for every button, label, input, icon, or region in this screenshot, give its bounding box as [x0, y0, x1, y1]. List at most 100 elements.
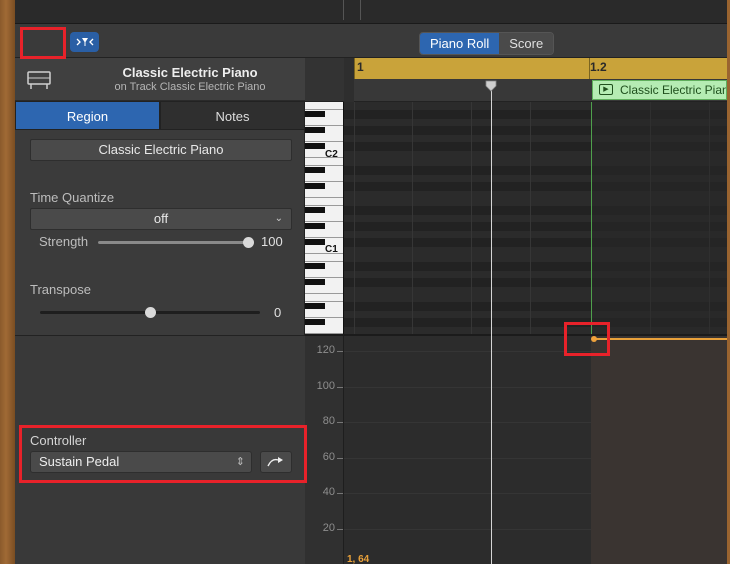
- black-key[interactable]: [305, 207, 325, 213]
- white-key-line: [305, 109, 343, 110]
- playhead-handle-icon[interactable]: [485, 80, 497, 92]
- automation-curve-button[interactable]: [260, 451, 292, 473]
- black-key[interactable]: [305, 143, 325, 149]
- scale-tick: [337, 528, 343, 530]
- region-name-field[interactable]: Classic Electric Piano: [30, 139, 292, 161]
- controller-label: Controller: [30, 433, 87, 448]
- scale-label: 40: [322, 486, 335, 498]
- black-key[interactable]: [305, 167, 325, 173]
- automation-inspector: [15, 336, 305, 564]
- automation-point[interactable]: [591, 336, 597, 342]
- scale-label: 20: [322, 521, 335, 534]
- track-divider: [360, 0, 361, 20]
- track-divider: [343, 0, 344, 20]
- key-label-c2: C2: [325, 149, 338, 160]
- white-key-line: [305, 141, 343, 142]
- white-key-line: [305, 277, 343, 278]
- strength-fill: [98, 241, 248, 244]
- scale-tick: [337, 351, 343, 352]
- strength-label: Strength: [39, 234, 89, 249]
- strength-value: 100: [261, 234, 283, 249]
- strength-knob[interactable]: [243, 237, 254, 248]
- piano-roll-editor: 1 1.2 ▶ Classic Electric Piano C2 C1 120…: [305, 58, 727, 564]
- curve-arrow-icon: [267, 457, 283, 467]
- editor-toolbar: Piano Roll Score: [15, 24, 727, 564]
- view-segmented-control: Piano Roll Score: [419, 32, 555, 55]
- white-key-line: [305, 301, 343, 302]
- white-key-line: [305, 261, 343, 262]
- scale-label: 80: [322, 415, 335, 427]
- automation-scale: 120 100 80 60 40 20: [305, 336, 344, 564]
- scale-tick: [337, 422, 343, 423]
- time-quantize-dropdown[interactable]: off ⌄: [30, 208, 292, 230]
- ruler-tick: [589, 58, 590, 79]
- catch-playhead-button[interactable]: [70, 32, 99, 52]
- black-key[interactable]: [305, 303, 325, 309]
- controller-value: Sustain Pedal: [39, 454, 120, 469]
- transpose-knob[interactable]: [145, 307, 156, 318]
- controller-select[interactable]: Sustain Pedal ⇕: [30, 451, 252, 473]
- tab-score[interactable]: Score: [499, 33, 554, 54]
- white-key-line: [305, 317, 343, 318]
- black-key[interactable]: [305, 183, 325, 189]
- piano-icon: [27, 71, 51, 89]
- play-region-icon: ▶: [599, 84, 613, 95]
- time-quantize-label: Time Quantize: [30, 190, 115, 205]
- catch-filter-icon: [76, 38, 93, 46]
- scale-label: 100: [316, 379, 335, 392]
- region-header-label: Classic Electric Piano: [620, 83, 727, 97]
- automation-line[interactable]: [594, 338, 727, 340]
- tab-piano-roll[interactable]: Piano Roll: [420, 33, 500, 54]
- white-key-line: [305, 181, 343, 182]
- grid-beat-line: [530, 102, 531, 334]
- scale-tick: [337, 386, 343, 388]
- scale-tick: [337, 457, 343, 459]
- white-key-line: [305, 197, 343, 198]
- ruler-bar-1: 1: [357, 60, 364, 74]
- black-key[interactable]: [305, 263, 325, 269]
- region-inspector: Classic Electric Piano on Track Classic …: [15, 58, 305, 564]
- white-key-line: [305, 165, 343, 166]
- scale-label: 120: [316, 344, 335, 356]
- tab-notes[interactable]: Notes: [160, 101, 305, 130]
- white-key-line: [305, 253, 343, 254]
- playhead[interactable]: [491, 86, 492, 564]
- automation-lane[interactable]: 1, 64: [344, 336, 727, 564]
- white-key-line: [305, 157, 343, 158]
- transpose-label: Transpose: [30, 282, 91, 297]
- top-track-strip: [15, 0, 727, 24]
- white-key-line: [305, 237, 343, 238]
- black-key[interactable]: [305, 239, 325, 245]
- black-key[interactable]: [305, 319, 325, 325]
- scale-label: 60: [322, 450, 335, 463]
- position-readout: 1, 64: [347, 554, 370, 564]
- grid-beat-line: [471, 102, 472, 334]
- timeline-ruler[interactable]: 1 1.2: [354, 58, 727, 79]
- scale-tick: [337, 493, 343, 494]
- piano-keyboard[interactable]: C2 C1: [305, 102, 344, 334]
- grid-beat-line: [412, 102, 413, 334]
- ruler-tick: [354, 58, 355, 79]
- white-key-line: [305, 205, 343, 206]
- chevron-down-icon: ⌄: [274, 213, 283, 224]
- black-key[interactable]: [305, 223, 325, 229]
- updown-chevron-icon: ⇕: [235, 456, 245, 468]
- black-key[interactable]: [305, 127, 325, 133]
- automation-region: [591, 336, 727, 564]
- ruler-gutter: [305, 58, 344, 102]
- wood-frame-left: [0, 0, 15, 564]
- black-key[interactable]: [305, 279, 325, 285]
- inspector-tabs: Region Notes: [15, 101, 305, 130]
- instrument-title: Classic Electric Piano: [122, 65, 258, 80]
- white-key-line: [305, 221, 343, 222]
- midi-region[interactable]: [591, 102, 727, 334]
- black-key[interactable]: [305, 111, 325, 117]
- transpose-value: 0: [274, 305, 282, 320]
- ruler-bar-1-2: 1.2: [590, 60, 607, 74]
- instrument-header: Classic Electric Piano on Track Classic …: [15, 58, 305, 101]
- tab-region[interactable]: Region: [15, 101, 160, 130]
- region-header[interactable]: ▶ Classic Electric Piano: [592, 80, 727, 100]
- white-key-line: [305, 293, 343, 294]
- strength-slider[interactable]: [98, 241, 248, 244]
- instrument-subtitle: on Track Classic Electric Piano: [114, 81, 266, 93]
